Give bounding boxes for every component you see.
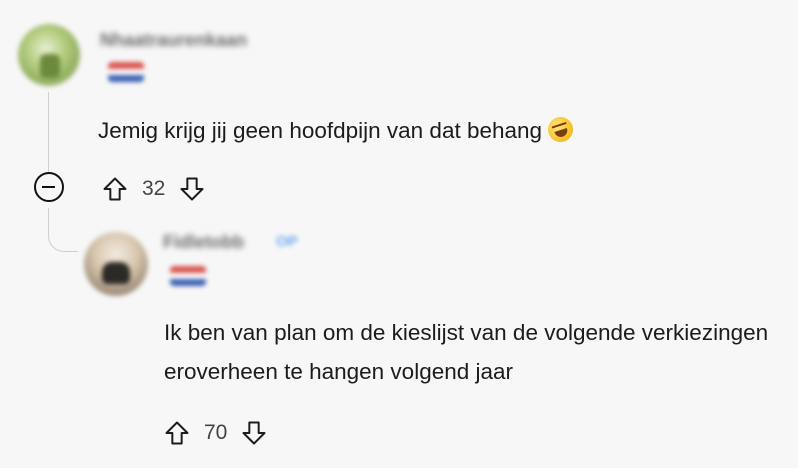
avatar[interactable] <box>18 24 80 86</box>
vote-score: 32 <box>142 177 166 200</box>
thread-line <box>48 92 49 172</box>
rolling-on-floor-laughing-icon <box>544 113 577 146</box>
vote-score: 70 <box>204 421 228 444</box>
op-badge: OP <box>276 233 298 250</box>
avatar[interactable] <box>84 232 148 296</box>
collapse-thread-icon[interactable] <box>34 172 64 202</box>
upvote-icon[interactable] <box>98 172 132 206</box>
comment-text: Ik ben van plan om de kieslijst van de v… <box>164 320 769 384</box>
vote-controls: 70 <box>160 415 271 451</box>
user-flair-flag <box>108 62 144 82</box>
vote-controls: 32 <box>98 171 209 207</box>
comment-body: Jemig krijg jij geen hoofdpijn van dat b… <box>98 111 577 150</box>
username[interactable]: Nhaatraurenkaan <box>100 30 247 51</box>
downvote-icon[interactable] <box>237 416 271 450</box>
reply-connector-line <box>48 208 78 252</box>
upvote-icon[interactable] <box>160 416 194 450</box>
username[interactable]: Fidletobb <box>163 232 244 253</box>
comment-text: Jemig krijg jij geen hoofdpijn van dat b… <box>98 118 543 143</box>
downvote-icon[interactable] <box>175 172 209 206</box>
user-flair-flag <box>170 266 206 286</box>
